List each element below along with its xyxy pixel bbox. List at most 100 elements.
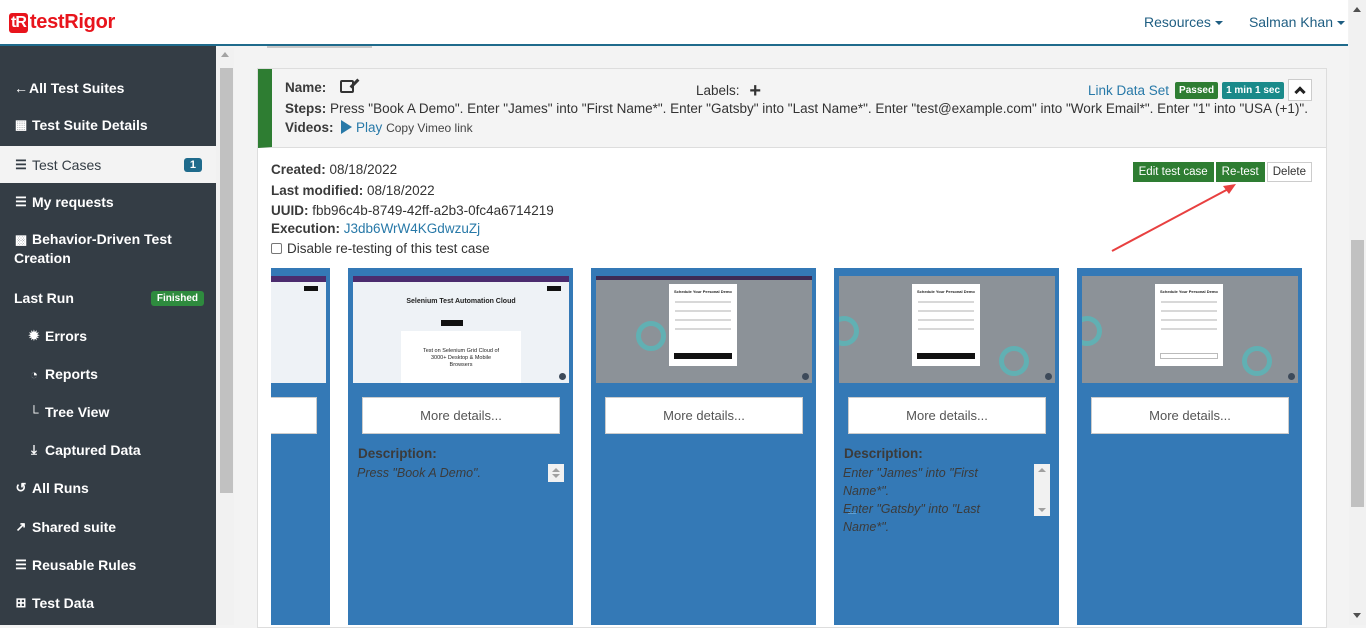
description-more-link[interactable]: ...: [848, 504, 856, 515]
add-label-icon[interactable]: +: [749, 80, 761, 102]
description-label: Description:: [358, 446, 437, 461]
modified-value: 08/18/2022: [367, 183, 435, 198]
sidebar-item-last-run[interactable]: Last Run Finished: [0, 286, 216, 310]
description-text: Press "Book A Demo".: [357, 466, 481, 480]
caret-down-icon: [1214, 21, 1223, 26]
steps-label: Steps:: [285, 101, 327, 116]
sidebar-item-errors[interactable]: ✹ Errors: [0, 324, 216, 348]
edit-icon[interactable]: [340, 80, 355, 93]
screenshot-card: Selenium Test Automation Cloud Test on S…: [348, 268, 573, 625]
sidebar-item-all-runs[interactable]: ↺ All Runs: [0, 476, 216, 500]
disable-retest-row[interactable]: Disable re-testing of this test case: [271, 241, 490, 256]
copy-vimeo-link[interactable]: Copy Vimeo link: [386, 121, 472, 135]
play-video-link[interactable]: Play: [356, 120, 382, 135]
description-line: Enter "Gatsby" into "Last Name*".: [843, 502, 980, 534]
name-label: Name:: [285, 80, 327, 95]
screenshots-strip: More details... Selenium Test Automation…: [271, 268, 1311, 625]
sidebar-item-test-suite-details[interactable]: ▦ Test Suite Details: [0, 113, 216, 137]
link-data-set-link[interactable]: Link Data Set: [1088, 83, 1169, 98]
sidebar-item-reports[interactable]: ◔ Reports: [0, 362, 216, 386]
page-scrollbar[interactable]: [1349, 0, 1366, 625]
disable-retest-label: Disable re-testing of this test case: [287, 241, 490, 256]
sidebar-item-label: All Runs: [32, 480, 89, 496]
table-icon: ⊞: [15, 595, 27, 610]
top-navbar: tR testRigor Resources Salman Khan: [0, 0, 1348, 46]
execution-label: Execution:: [271, 221, 341, 236]
sidebar-item-label: Reports: [45, 366, 98, 382]
grid-icon: ▦: [14, 117, 28, 132]
robot-icon: ▩: [14, 232, 28, 247]
list-icon: ☰: [15, 194, 27, 209]
description-label: Description:: [844, 446, 923, 461]
execution-link[interactable]: J3db6WrW4KGdwzuZj: [344, 221, 480, 236]
sidebar-item-label: Last Run: [14, 290, 74, 306]
description-text: Enter "James" into "First Name*". Enter …: [843, 464, 1023, 536]
annotation-arrow: [1111, 184, 1236, 252]
sidebar-item-label: Test Data: [32, 595, 94, 611]
chat-icon: [802, 373, 809, 380]
retest-button[interactable]: Re-test: [1215, 162, 1265, 182]
scroll-up-arrow-icon[interactable]: [1353, 7, 1361, 12]
sidebar-item-my-requests[interactable]: ☰ My requests: [0, 190, 216, 214]
more-details-button[interactable]: More details...: [605, 397, 803, 434]
play-icon[interactable]: [341, 120, 353, 134]
screenshot-thumbnail[interactable]: [271, 276, 326, 383]
more-details-button[interactable]: More details...: [271, 397, 317, 434]
description-scrollbar[interactable]: [548, 464, 564, 482]
edit-test-case-button[interactable]: Edit test case: [1132, 162, 1214, 182]
logo-text: testRigor: [29, 11, 115, 33]
screenshot-thumbnail[interactable]: Selenium Test Automation Cloud Test on S…: [353, 276, 569, 383]
arrow-line: [1111, 186, 1233, 252]
more-details-button[interactable]: More details...: [362, 397, 560, 434]
chat-icon: [559, 373, 566, 380]
more-details-button[interactable]: More details...: [1091, 397, 1289, 434]
modified-row: Last modified: 08/18/2022: [271, 183, 435, 198]
sidebar-item-test-data[interactable]: ⊞ Test Data: [0, 591, 216, 615]
description-line: Enter "James" into "First Name*".: [843, 466, 978, 498]
screenshot-thumbnail[interactable]: Schedule Your Personal Demo: [839, 276, 1055, 383]
collapse-button[interactable]: [1288, 79, 1312, 101]
sidebar-item-label: Test Cases: [32, 156, 102, 173]
modified-label: Last modified:: [271, 183, 364, 198]
sidebar-item-all-test-suites[interactable]: ← All Test Suites: [0, 76, 216, 100]
sidebar-item-captured-data[interactable]: ⤓ Captured Data: [0, 438, 216, 462]
history-icon: ↺: [15, 480, 27, 495]
test-case-header: Name: Labels: + Steps: Press "Book A Dem…: [258, 69, 1326, 148]
tab-underline: [267, 46, 372, 48]
more-details-button[interactable]: More details...: [848, 397, 1046, 434]
scroll-up-arrow-icon[interactable]: [221, 52, 229, 57]
name-row: Name:: [285, 80, 355, 95]
scroll-down-arrow-icon[interactable]: [1353, 613, 1361, 618]
screenshot-thumbnail[interactable]: Schedule Your Personal Demo: [1082, 276, 1298, 383]
sidebar-item-label: Behavior-Driven Test Creation: [14, 231, 172, 266]
resources-menu[interactable]: Resources: [1144, 14, 1223, 30]
screenshot-card: Schedule Your Personal Demo More details…: [1077, 268, 1302, 625]
labels-label: Labels:: [696, 83, 740, 98]
list-icon: ☰: [15, 156, 27, 172]
sidebar-item-reusable-rules[interactable]: ☰ Reusable Rules: [0, 553, 216, 577]
created-row: Created: 08/18/2022: [271, 162, 397, 177]
steps-text: Press "Book A Demo". Enter "James" into …: [330, 101, 1311, 116]
test-cases-count-badge: 1: [183, 157, 202, 172]
chat-icon: [1288, 373, 1295, 380]
sidebar-item-test-cases[interactable]: ☰ Test Cases 1: [0, 146, 216, 183]
sidebar-item-shared-suite[interactable]: ↗ Shared suite: [0, 515, 216, 539]
videos-row: Videos: Play Copy Vimeo link: [285, 120, 473, 135]
sidebar-item-label: Errors: [45, 328, 88, 344]
description-scrollbar[interactable]: [1034, 464, 1050, 516]
disable-retest-checkbox[interactable]: [271, 243, 282, 254]
sidebar-item-label: Reusable Rules: [32, 557, 137, 573]
execution-row: Execution: J3db6WrW4KGdwzuZj: [271, 221, 480, 236]
sidebar-item-tree-view[interactable]: └ Tree View: [0, 400, 216, 424]
sidebar-item-bdd-test-creation[interactable]: ▩ Behavior-Driven Test Creation: [0, 230, 216, 270]
user-name: Salman Khan: [1248, 14, 1333, 30]
page-scrollbar-thumb[interactable]: [1351, 240, 1364, 507]
testrigor-logo[interactable]: tR testRigor: [9, 11, 115, 34]
scrollbar-thumb[interactable]: [220, 68, 233, 493]
sidebar-scrollbar[interactable]: [216, 48, 234, 625]
thumb-modal: Schedule Your Personal Demo: [669, 284, 737, 366]
user-menu[interactable]: Salman Khan: [1249, 14, 1345, 30]
delete-button[interactable]: Delete: [1266, 162, 1312, 182]
screenshot-thumbnail[interactable]: Schedule Your Personal Demo: [596, 276, 812, 383]
thumb-modal: Schedule Your Personal Demo: [1155, 284, 1223, 366]
